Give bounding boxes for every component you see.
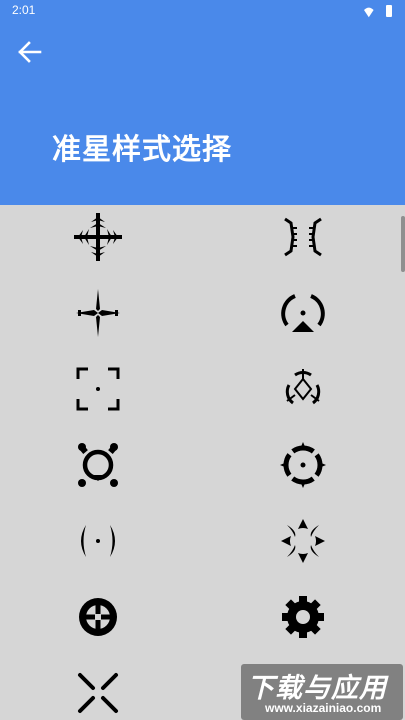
crosshair-snowflake-icon [74,213,122,261]
crosshair-style-4[interactable] [273,283,333,343]
crosshair-style-2[interactable] [273,207,333,267]
crosshair-brackets-icon [284,217,322,257]
status-bar: 2:01 [0,0,405,22]
crosshair-quad-arc-icon [281,519,325,563]
crosshair-cog-icon [282,596,324,638]
crosshair-style-9[interactable] [68,511,128,571]
crosshair-style-5[interactable] [68,359,128,419]
crosshair-blade-cross-icon [76,289,120,337]
crosshair-quad-ring-icon [280,442,326,488]
crosshair-target-ring-icon [79,598,117,636]
crosshair-style-10[interactable] [273,511,333,571]
crosshair-corner-frame-icon [76,367,120,411]
watermark-title: 下载与应用 [247,673,387,704]
arrow-left-icon [18,41,42,63]
page-title: 准星样式选择 [52,132,233,166]
app-header: 2:01 准星样式选择 [0,0,405,205]
watermark-url: www.xiazainiao.com [265,701,382,715]
battery-icon [386,5,392,17]
status-time: 2:01 [12,3,36,17]
crosshair-style-1[interactable] [68,207,128,267]
crosshair-style-6[interactable] [273,359,333,419]
crosshair-x-icon [78,673,118,713]
wifi-icon [364,7,374,18]
crosshair-style-3[interactable] [68,283,128,343]
back-button[interactable] [12,34,48,70]
crosshair-style-8[interactable] [273,435,333,495]
crosshair-style-11[interactable] [68,587,128,647]
crosshair-style-grid [0,205,405,720]
status-icons [364,5,392,18]
crosshair-gear-ring-icon [78,443,118,487]
scrollbar[interactable] [401,216,405,272]
crosshair-parentheses-dot-icon [81,525,115,557]
crosshair-style-7[interactable] [68,435,128,495]
crosshair-tri-arc-icon [285,369,321,405]
crosshair-style-13[interactable] [68,663,128,720]
watermark: 下载与应用 www.xiazainiao.com [241,664,403,720]
crosshair-style-12[interactable] [273,587,333,647]
crosshair-arc-triangle-icon [281,294,325,332]
